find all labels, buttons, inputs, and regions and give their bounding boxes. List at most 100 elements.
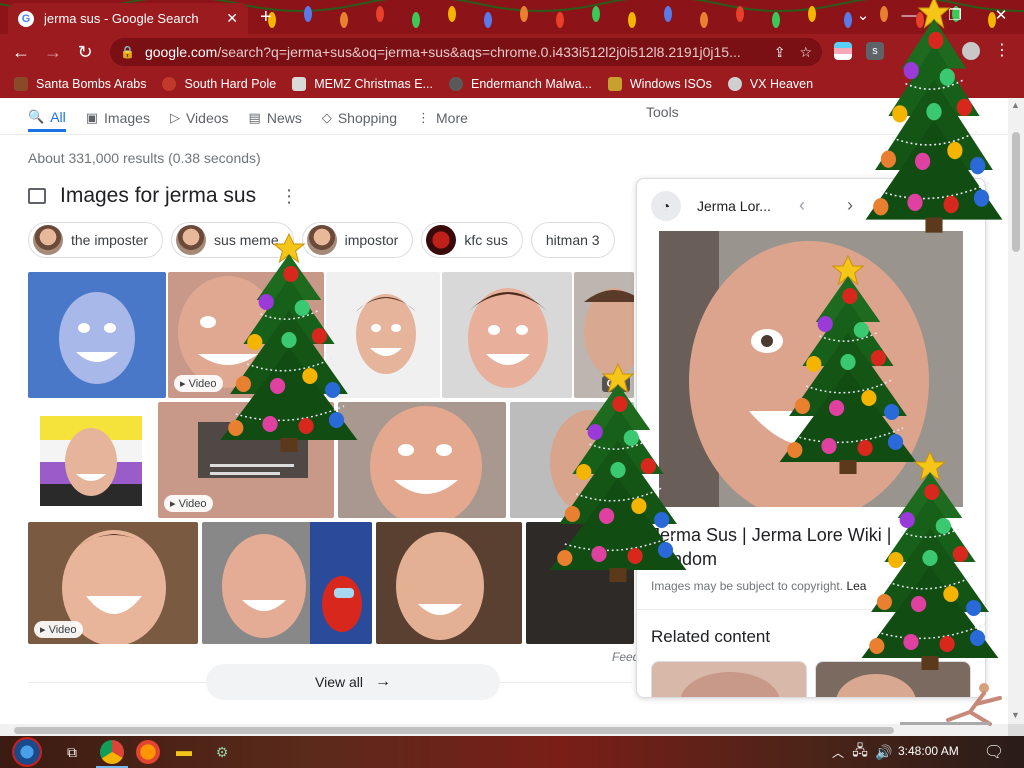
volume-icon[interactable]: 🔊 <box>872 740 896 764</box>
app-taskbar-icon[interactable]: ⚙ <box>210 740 234 764</box>
chip-kfc-sus[interactable]: kfc sus <box>421 222 523 258</box>
image-preview-panel: ◔ Jerma Lor... ‹ › Jerma Sus | Jerma Lor… <box>636 178 986 698</box>
close-tab-icon[interactable]: ✕ <box>226 10 238 27</box>
learn-more-link[interactable]: Lea <box>846 579 866 593</box>
tab-images[interactable]: ▣ Images <box>86 104 150 132</box>
chevron-right-icon[interactable]: › <box>847 195 853 216</box>
image-result[interactable] <box>326 272 440 398</box>
chip-hitman-3[interactable]: hitman 3 <box>530 222 615 258</box>
tab-label: Shopping <box>337 110 398 126</box>
image-result[interactable] <box>202 522 372 644</box>
taskbar-clock[interactable]: 3:48:00 AM <box>898 744 959 758</box>
restore-icon[interactable]: ❐ <box>932 0 978 30</box>
chrome-taskbar-icon[interactable] <box>100 740 124 764</box>
bookmark-item[interactable]: Endermanch Malwa... <box>448 77 592 91</box>
chip-the-imposter[interactable]: the imposter <box>28 222 164 258</box>
copyright-notice: Images may be subject to copyright. Lea <box>651 579 866 593</box>
image-result[interactable] <box>28 272 166 398</box>
christmas-light-bulb <box>412 12 420 28</box>
file-explorer-icon[interactable]: ▬ <box>172 740 196 764</box>
face-thumbnail <box>816 662 970 697</box>
face-thumbnail <box>652 662 806 697</box>
bookmark-label: VX Heaven <box>749 77 814 91</box>
image-results-grid: ▸ Video GIF ▸ Video ▸ Video <box>28 272 634 644</box>
christmas-light-bulb <box>808 6 816 22</box>
chip-sus-meme[interactable]: sus meme <box>171 222 294 258</box>
image-result[interactable]: ▸ Video <box>168 272 324 398</box>
tab-shopping[interactable]: ◇ Shopping <box>322 104 397 132</box>
image-icon <box>28 188 46 204</box>
bookmark-item[interactable]: South Hard Pole <box>162 77 276 91</box>
back-icon[interactable]: ← <box>8 40 34 64</box>
notification-icon[interactable]: 🗨 <box>982 740 1006 764</box>
preview-title-link[interactable]: Jerma Sus | Jerma Lore Wiki | Fandom <box>651 523 931 571</box>
chevron-left-icon[interactable]: ‹ <box>799 195 805 216</box>
network-icon[interactable]: 🖧 <box>848 740 872 764</box>
profile-avatar-icon[interactable] <box>962 42 980 60</box>
scroll-up-icon[interactable]: ▲ <box>1011 100 1020 110</box>
new-tab-button[interactable]: + <box>260 6 272 29</box>
tab-all[interactable]: 🔍 All <box>28 104 66 132</box>
video-badge: ▸ Video <box>34 621 83 638</box>
tab-news[interactable]: ▤ News <box>249 104 302 132</box>
browser-tab[interactable]: G jerma sus - Google Search ✕ <box>8 3 248 34</box>
christmas-light-bulb <box>736 6 744 22</box>
tools-button[interactable]: Tools <box>646 104 679 120</box>
bookmark-item[interactable]: Santa Bombs Arabs <box>14 77 146 91</box>
related-search-chips: the imposter sus meme impostor kfc sus h… <box>28 222 623 258</box>
chevron-up-icon[interactable]: ︿ <box>826 740 850 764</box>
address-bar[interactable]: 🔒 google.com/search?q=jerma+sus&oq=jerma… <box>110 38 822 66</box>
image-result[interactable] <box>510 402 634 518</box>
related-thumbnail[interactable] <box>815 661 971 697</box>
divider <box>637 609 985 610</box>
arrow-right-icon: → <box>375 673 391 690</box>
extension-s-icon[interactable]: s <box>866 42 884 60</box>
close-window-icon[interactable]: ✕ <box>978 0 1024 30</box>
horizontal-scrollbar[interactable] <box>0 724 1008 736</box>
face-thumbnail <box>338 402 506 518</box>
more-options-icon[interactable]: ⋮ <box>280 186 298 207</box>
vertical-scrollbar[interactable]: ▲ ▼ <box>1008 98 1024 724</box>
image-result[interactable]: ▸ Video <box>158 402 334 518</box>
tab-label: More <box>436 110 468 126</box>
video-badge: ▸ Video <box>174 375 223 392</box>
image-result[interactable] <box>338 402 506 518</box>
panel-source[interactable]: ◔ Jerma Lor... <box>651 191 771 221</box>
bookmark-favicon-icon <box>292 77 307 91</box>
url-text[interactable]: google.com/search?q=jerma+sus&oq=jerma+s… <box>145 44 760 60</box>
view-all-button[interactable]: View all → <box>206 664 500 700</box>
related-thumbnail[interactable] <box>651 661 807 697</box>
firefox-taskbar-icon[interactable] <box>136 740 160 764</box>
image-result[interactable]: ▸ Video <box>28 522 198 644</box>
forward-icon[interactable]: → <box>40 40 66 64</box>
christmas-light-bulb <box>664 6 672 22</box>
task-view-icon[interactable]: ⧉ <box>60 740 84 764</box>
tab-more[interactable]: ⋮ More <box>417 104 468 132</box>
face-thumbnail <box>526 522 634 644</box>
tab-videos[interactable]: ▷ Videos <box>170 104 229 132</box>
tab-search-icon[interactable]: ⌄ <box>840 0 886 30</box>
lock-icon[interactable]: 🔒 <box>120 45 135 59</box>
chrome-menu-icon[interactable]: ⋮ <box>994 42 1012 60</box>
minimize-icon[interactable]: — <box>886 0 932 30</box>
image-result[interactable]: GIF <box>574 272 634 398</box>
bookmark-item[interactable]: Windows ISOs <box>607 77 712 91</box>
scroll-down-icon[interactable]: ▼ <box>1011 710 1020 720</box>
preview-image[interactable] <box>659 231 963 507</box>
gif-badge: GIF <box>601 376 630 392</box>
bookmark-item[interactable]: MEMZ Christmas E... <box>292 77 433 91</box>
extension-flag-icon[interactable] <box>834 42 852 60</box>
image-result[interactable] <box>526 522 634 644</box>
chip-impostor[interactable]: impostor <box>301 222 414 258</box>
bookmark-star-icon[interactable]: ☆ <box>799 44 812 61</box>
image-result[interactable] <box>442 272 572 398</box>
christmas-light-bulb <box>376 6 384 22</box>
image-result[interactable] <box>28 402 154 518</box>
reload-icon[interactable]: ↻ <box>72 40 98 64</box>
scroll-thumb[interactable] <box>1012 132 1020 252</box>
image-result[interactable] <box>376 522 522 644</box>
share-icon[interactable]: ⇪ <box>774 44 786 61</box>
bookmark-item[interactable]: VX Heaven <box>727 77 814 91</box>
scroll-thumb[interactable] <box>14 727 894 734</box>
start-button-icon[interactable] <box>12 737 42 767</box>
